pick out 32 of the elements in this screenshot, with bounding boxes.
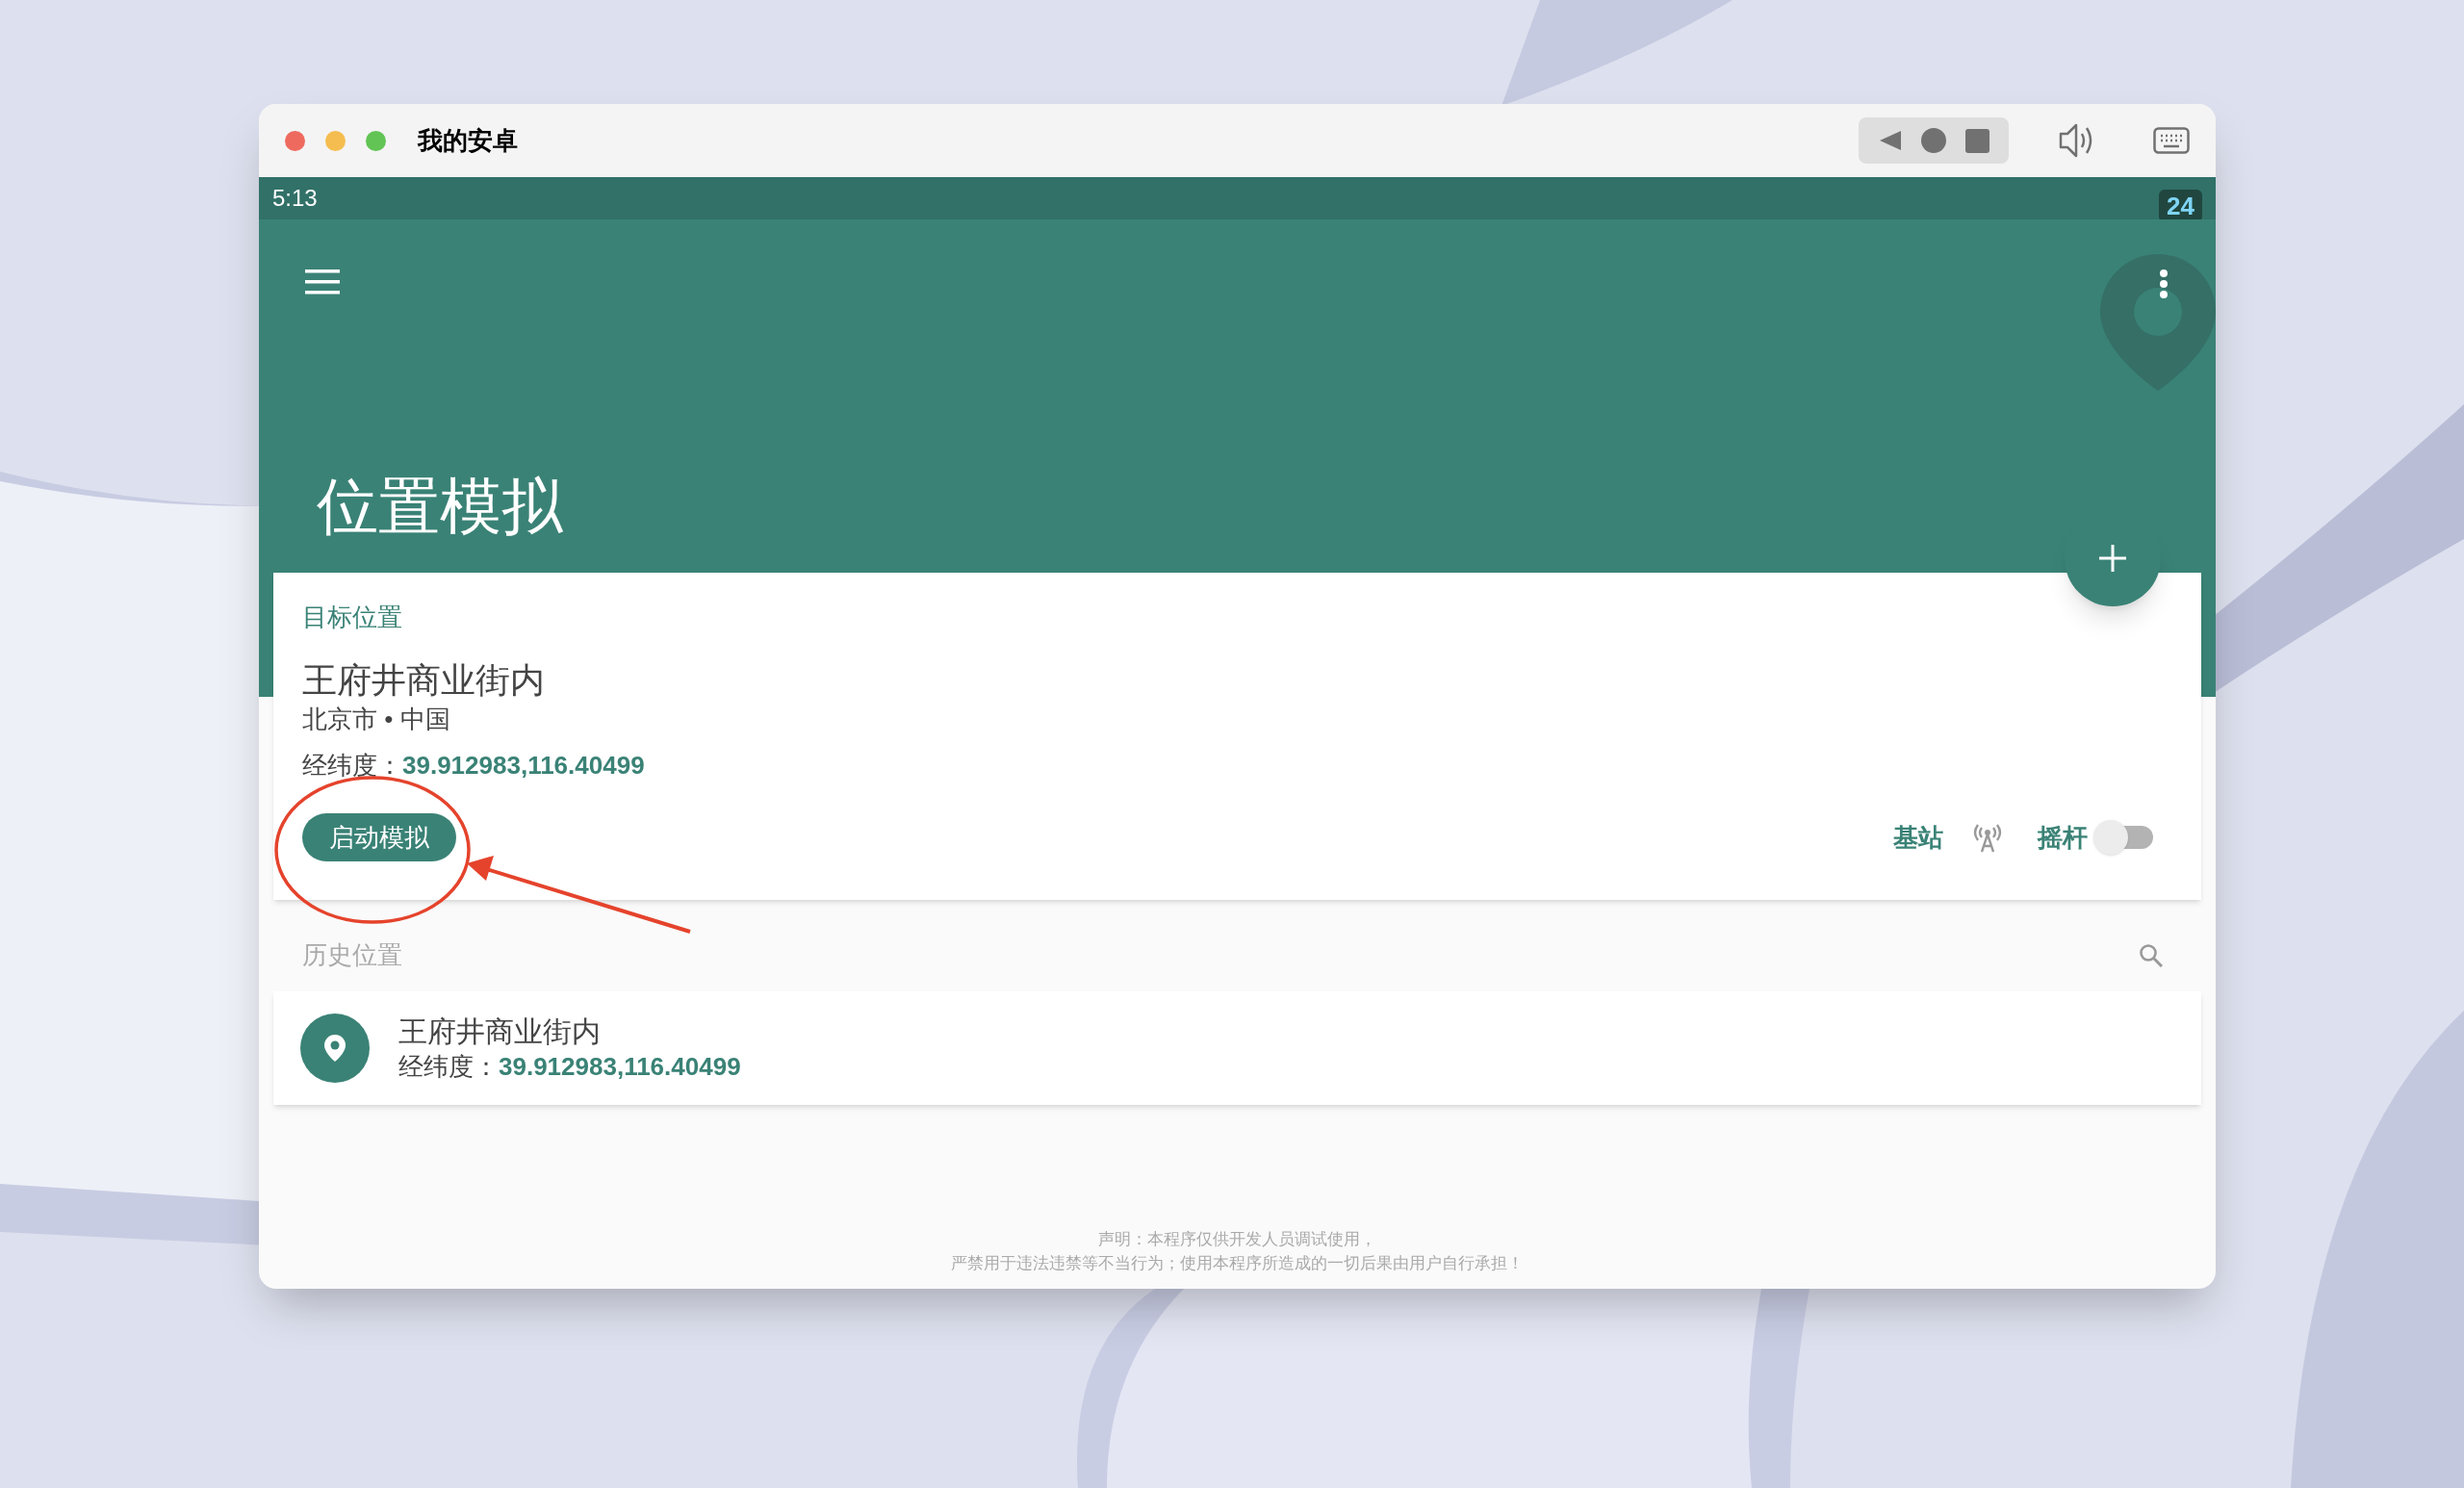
coords-value: 39.912983,116.40499 — [499, 1051, 741, 1083]
start-simulation-button[interactable]: 启动模拟 — [302, 813, 456, 861]
disclaimer-text: 声明：本程序仅供开发人员调试使用， — [1098, 1229, 1376, 1250]
more-options-icon[interactable] — [2160, 269, 2168, 298]
history-item[interactable]: 王府井商业街内 经纬度：39.912983,116.40499 — [273, 991, 2201, 1105]
add-icon — [2099, 545, 2126, 572]
close-button[interactable] — [285, 130, 305, 151]
zoom-button[interactable] — [366, 130, 386, 151]
window-title: 我的安卓 — [418, 124, 518, 157]
keyboard-icon[interactable] — [2153, 127, 2190, 154]
place-name: 王府井商业街内 — [302, 659, 546, 702]
section-label: 目标位置 — [302, 602, 403, 633]
coords-label: 经纬度： — [302, 750, 402, 782]
volume-icon[interactable] — [2058, 122, 2094, 159]
history-place-name: 王府井商业街内 — [398, 1014, 602, 1049]
home-icon[interactable] — [1921, 128, 1947, 153]
status-badge: 24 — [2159, 190, 2202, 222]
place-region: 北京市 • 中国 — [302, 704, 451, 735]
coords-value: 39.912983,116.40499 — [402, 750, 645, 782]
section-label: 历史位置 — [302, 939, 402, 971]
base-station-label: 基站 — [1893, 821, 1943, 854]
antenna-icon[interactable] — [1972, 822, 2003, 853]
search-icon[interactable] — [2139, 943, 2163, 967]
coords-label: 经纬度： — [398, 1051, 499, 1083]
menu-icon[interactable] — [305, 269, 340, 295]
disclaimer-text: 严禁用于违法违禁等不当行为；使用本程序所造成的一切后果由用户自行承担！ — [951, 1253, 1524, 1274]
location-pin-icon — [300, 1013, 370, 1083]
recents-icon[interactable] — [1965, 128, 1990, 153]
joystick-label: 摇杆 — [2038, 821, 2088, 854]
status-time: 5:13 — [272, 184, 318, 213]
page-title: 位置模拟 — [317, 471, 563, 543]
joystick-toggle[interactable] — [2093, 820, 2153, 855]
